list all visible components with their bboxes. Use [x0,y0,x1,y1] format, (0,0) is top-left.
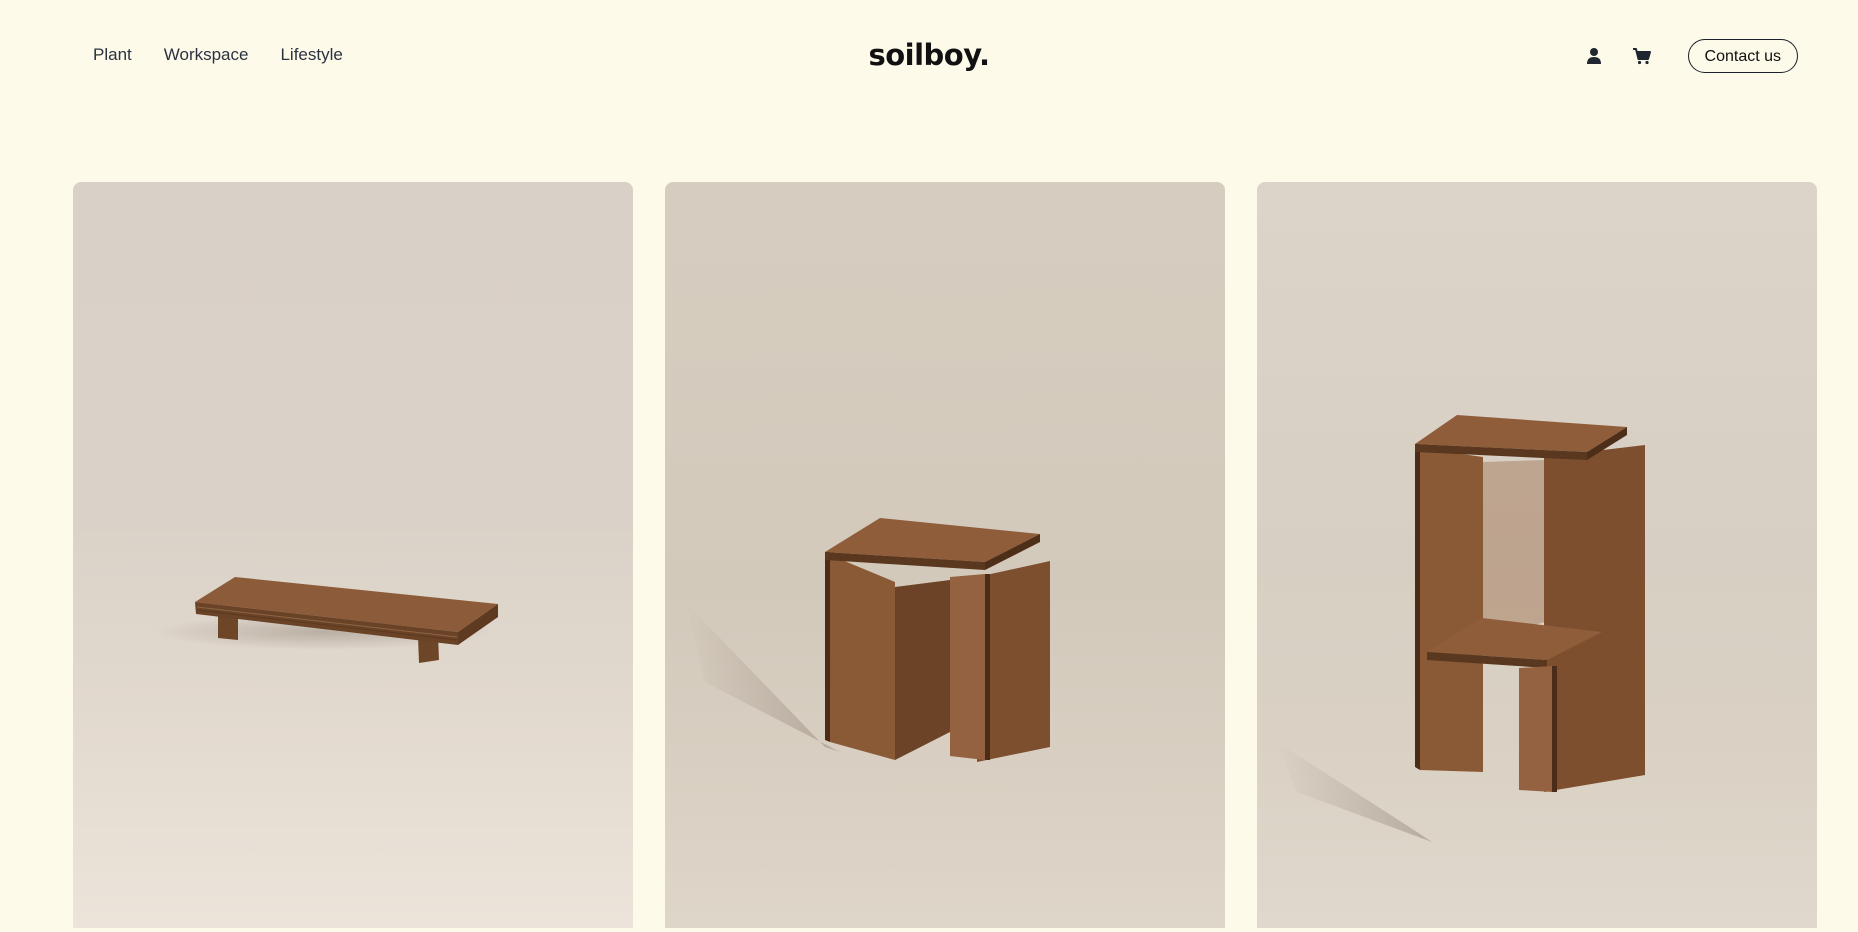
wooden-riser-image [153,577,498,663]
product-card[interactable] [73,182,633,928]
product-card[interactable] [1257,182,1817,928]
user-icon[interactable] [1580,42,1608,70]
wooden-tall-stand-image [1277,415,1645,842]
product-grid [73,182,1817,928]
cart-icon[interactable] [1628,42,1656,70]
header-actions: Contact us [1580,39,1798,73]
product-card[interactable] [665,182,1225,928]
wooden-stool-image [685,518,1050,762]
contact-us-button[interactable]: Contact us [1687,39,1798,73]
site-header: Plant Workspace Lifestyle soilboy. Conta… [0,0,1858,115]
